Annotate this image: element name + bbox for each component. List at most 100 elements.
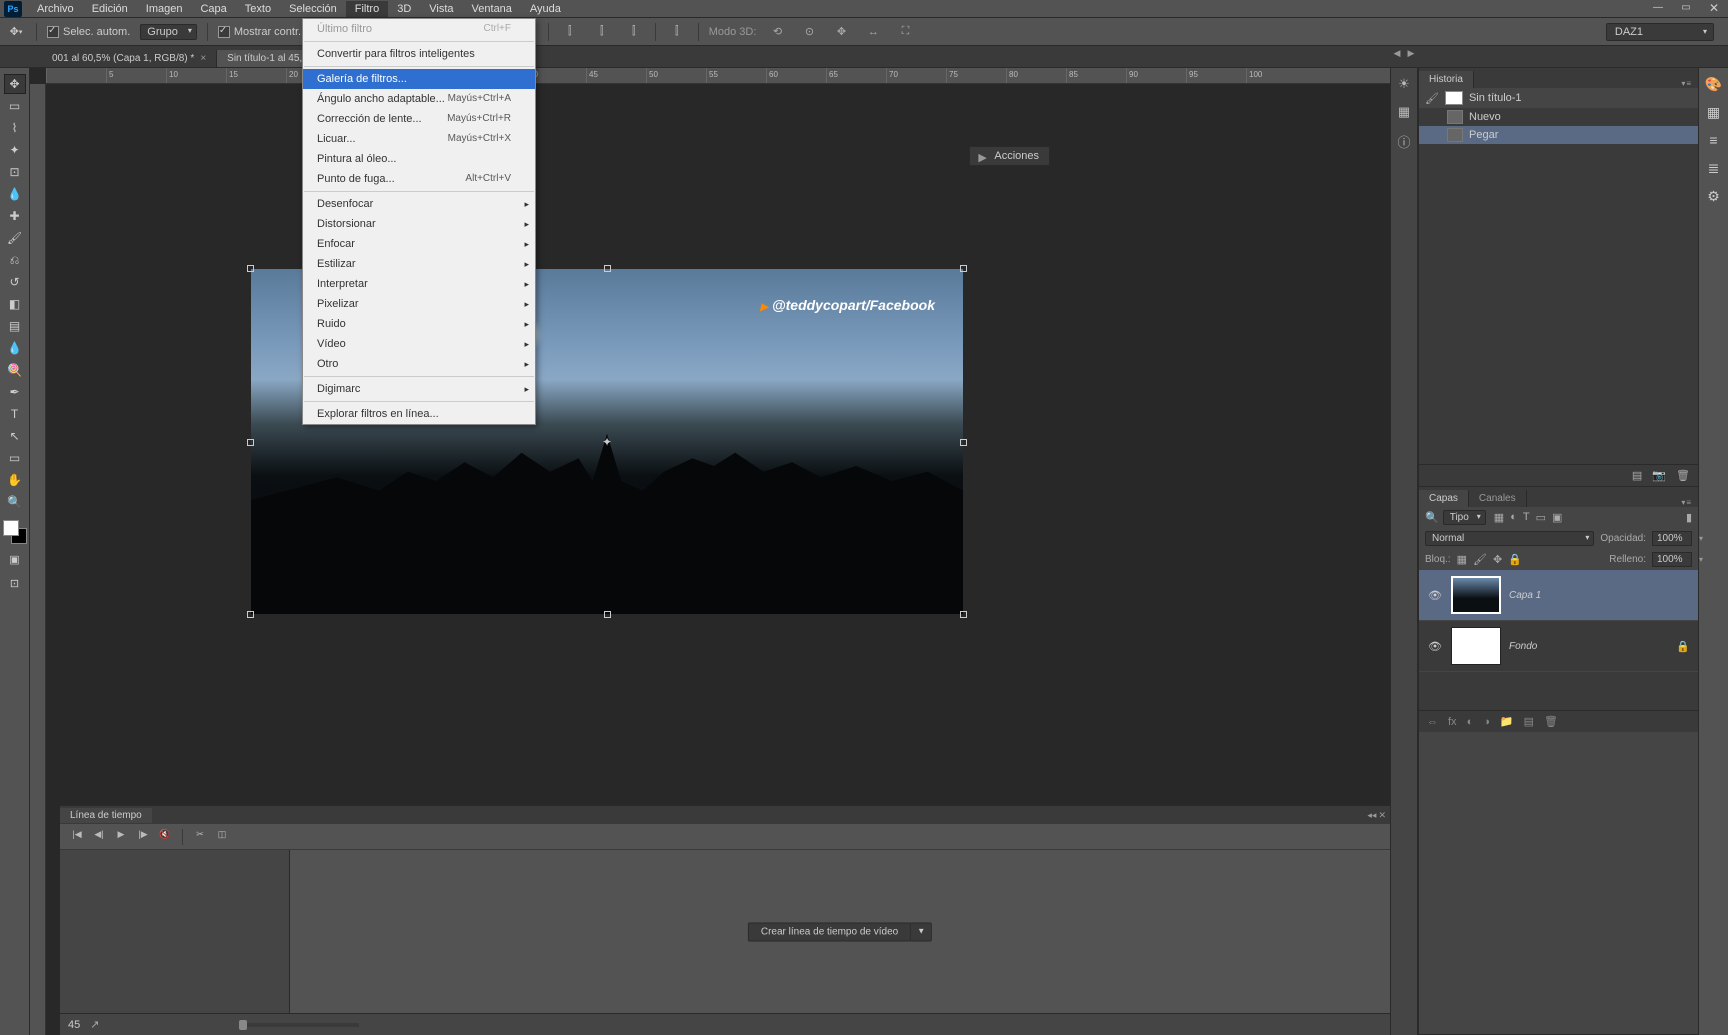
gradient-tool[interactable]: ▤ (4, 316, 26, 336)
auto-select-checkbox[interactable]: Selec. autom. (47, 26, 130, 38)
transform-handle[interactable] (247, 439, 254, 446)
path-selection-tool[interactable]: ↖ (4, 426, 26, 446)
convert-frames-icon[interactable]: ↗ (90, 1018, 99, 1031)
create-timeline-button[interactable]: Crear línea de tiempo de vídeo ▼ (748, 922, 932, 941)
menu-item[interactable]: Desenfocar (303, 194, 535, 214)
minimize-button[interactable]: — (1644, 1, 1672, 17)
history-state[interactable]: Pegar (1419, 126, 1698, 144)
distribute-icon[interactable]: ⫿ (666, 22, 688, 42)
quick-mask-icon[interactable]: ▣ (4, 550, 26, 568)
foreground-color[interactable] (3, 520, 19, 536)
opacity-input[interactable]: 100%▾ (1652, 531, 1692, 546)
menu-ventana[interactable]: Ventana (463, 1, 521, 17)
eyedropper-tool[interactable]: 💧 (4, 184, 26, 204)
menu-item[interactable]: Corrección de lente...Mayús+Ctrl+R (303, 109, 535, 129)
menu-item[interactable]: Otro (303, 354, 535, 374)
menu-ayuda[interactable]: Ayuda (521, 1, 570, 17)
filter-kind-select[interactable]: Tipo (1443, 510, 1486, 525)
menu-item[interactable]: Punto de fuga...Alt+Ctrl+V (303, 169, 535, 189)
play-button[interactable]: ▶ (112, 829, 130, 845)
visibility-icon[interactable]: 👁 (1427, 589, 1443, 602)
close-button[interactable]: ✕ (1700, 1, 1728, 17)
swatches-panel-icon[interactable]: ▦ (1705, 104, 1723, 122)
menu-item[interactable]: Pintura al óleo... (303, 149, 535, 169)
menu-capa[interactable]: Capa (191, 1, 235, 17)
lock-pixels-icon[interactable]: 🖌 (1473, 553, 1487, 566)
zoom-tool[interactable]: 🔍 (4, 492, 26, 512)
menu-item[interactable]: Interpretar (303, 274, 535, 294)
color-panel-icon[interactable]: 🎨 (1705, 76, 1723, 94)
link-layers-icon[interactable]: ⇔ (1427, 716, 1438, 728)
marquee-tool[interactable]: ▭ (4, 96, 26, 116)
layer-mask-icon[interactable]: ◐ (1467, 716, 1474, 728)
snapshot-icon[interactable]: 📷 (1652, 469, 1666, 482)
magic-wand-tool[interactable]: ✦ (4, 140, 26, 160)
menu-item[interactable]: Pixelizar (303, 294, 535, 314)
history-tab[interactable]: Historia (1419, 71, 1474, 88)
menu-vista[interactable]: Vista (420, 1, 462, 17)
3d-roll-icon[interactable]: ⊙ (798, 22, 820, 42)
lasso-tool[interactable]: ⌇ (4, 118, 26, 138)
layer-thumbnail[interactable] (1451, 627, 1501, 665)
timeline-zoom-slider[interactable] (239, 1023, 359, 1027)
fill-input[interactable]: 100%▾ (1652, 552, 1692, 567)
group-icon[interactable]: 📁 (1500, 715, 1514, 728)
first-frame-button[interactable]: |◀ (68, 829, 86, 845)
menu-3d[interactable]: 3D (388, 1, 420, 17)
workspace-selector[interactable]: DAZ1 (1606, 23, 1714, 41)
transform-handle[interactable] (960, 265, 967, 272)
blend-mode-select[interactable]: Normal (1425, 531, 1594, 546)
menu-imagen[interactable]: Imagen (137, 1, 192, 17)
dropdown-icon[interactable]: ▼ (911, 922, 932, 941)
new-layer-icon[interactable]: ▤ (1524, 715, 1534, 728)
transform-handle[interactable] (604, 265, 611, 272)
menu-item[interactable]: Ruido (303, 314, 535, 334)
nav-right-icon[interactable]: ▶ (1404, 48, 1418, 59)
transform-handle[interactable] (960, 611, 967, 618)
filter-shape-icon[interactable]: ▭ (1536, 511, 1546, 524)
lock-all-icon[interactable]: 🔒 (1508, 553, 1522, 566)
info-icon[interactable]: ⓘ (1395, 132, 1413, 150)
move-tool[interactable]: ✥ (4, 74, 26, 94)
menu-item[interactable]: Galería de filtros... (303, 69, 535, 89)
document-tab[interactable]: 001 al 60,5% (Capa 1, RGB/8) * × (42, 50, 217, 67)
lock-transparent-icon[interactable]: ▦ (1457, 553, 1467, 566)
pen-tool[interactable]: ✒ (4, 382, 26, 402)
menu-edicion[interactable]: Edición (83, 1, 137, 17)
hand-tool[interactable]: ✋ (4, 470, 26, 490)
transform-handle[interactable] (604, 611, 611, 618)
panel-menu-icon[interactable]: ▾≡ (1675, 498, 1698, 507)
filter-toggle-icon[interactable]: ▮ (1686, 511, 1692, 524)
adjustment-layer-icon[interactable]: ◑ (1483, 716, 1490, 728)
menu-archivo[interactable]: Archivo (28, 1, 83, 17)
create-doc-icon[interactable]: ▤ (1632, 469, 1642, 482)
distribute-icon[interactable]: ⫿ (559, 22, 581, 42)
transition-button[interactable]: ◫ (213, 829, 231, 845)
type-tool[interactable]: T (4, 404, 26, 424)
history-brush-tool[interactable]: ↺ (4, 272, 26, 292)
timeline-tab[interactable]: Línea de tiempo (60, 808, 152, 823)
menu-item[interactable]: Explorar filtros en línea... (303, 404, 535, 424)
brushes-panel-icon[interactable]: ≡ (1705, 132, 1723, 150)
3d-pan-icon[interactable]: ✥ (830, 22, 852, 42)
distribute-icon[interactable]: ⫿ (623, 22, 645, 42)
nav-left-icon[interactable]: ◀ (1390, 48, 1404, 59)
menu-seleccion[interactable]: Selección (280, 1, 346, 17)
lock-position-icon[interactable]: ✥ (1493, 553, 1502, 566)
menu-item[interactable]: Convertir para filtros inteligentes (303, 44, 535, 64)
menu-item[interactable]: Distorsionar (303, 214, 535, 234)
transform-handle[interactable] (960, 439, 967, 446)
menu-item[interactable]: Ángulo ancho adaptable...Mayús+Ctrl+A (303, 89, 535, 109)
eraser-tool[interactable]: ◧ (4, 294, 26, 314)
menu-filtro[interactable]: Filtro (346, 1, 388, 17)
close-tab-icon[interactable]: × (200, 53, 206, 64)
layer-name[interactable]: Capa 1 (1509, 590, 1541, 601)
channels-tab[interactable]: Canales (1469, 490, 1527, 507)
menu-item[interactable]: Vídeo (303, 334, 535, 354)
layer-fx-icon[interactable]: fx (1448, 716, 1457, 728)
layer-thumbnail[interactable] (1451, 576, 1501, 614)
prev-frame-button[interactable]: ◀| (90, 829, 108, 845)
maximize-button[interactable]: ▭ (1672, 1, 1700, 17)
collapse-icon[interactable]: ◂◂ (1367, 810, 1376, 821)
filter-pixel-icon[interactable]: ▦ (1494, 511, 1504, 524)
